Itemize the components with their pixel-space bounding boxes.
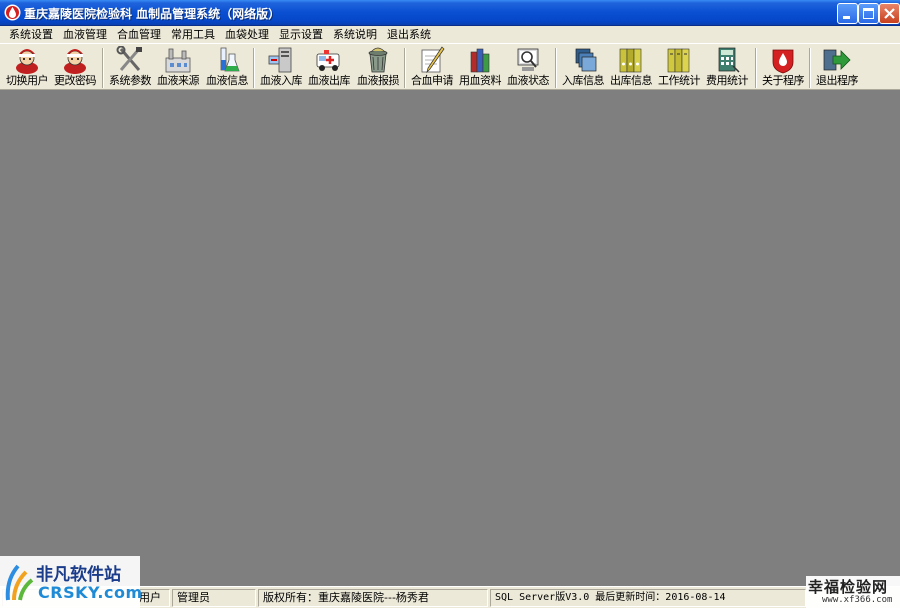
toolbar-separator [253, 48, 255, 88]
blood-status-button[interactable]: 血液状态 [504, 46, 552, 89]
work-statistics-label: 工作统计 [658, 74, 701, 87]
binders-stat-icon [667, 48, 690, 73]
title-bar[interactable]: 重庆嘉陵医院检验科 血制品管理系统（网络版） [0, 0, 900, 26]
ambulance-icon [316, 50, 340, 71]
blood-info-button[interactable]: 血液信息 [203, 46, 251, 89]
blood-out-button[interactable]: 血液出库 [305, 46, 353, 89]
pencil-paper-icon [421, 46, 445, 74]
about-label: 关于程序 [762, 74, 805, 87]
watermark-right-cn: 幸福检验网 [808, 578, 889, 596]
menu-common-tools[interactable]: 常用工具 [166, 26, 220, 43]
out-records-label: 出库信息 [610, 74, 653, 87]
menu-system-settings[interactable]: 系统设置 [4, 26, 58, 43]
crossmatch-request-label: 合血申请 [411, 74, 454, 87]
status-user-value: 管理员 [172, 589, 256, 607]
menu-crossmatch-management[interactable]: 合血管理 [112, 26, 166, 43]
cards-icon [575, 48, 597, 72]
menu-blood-management[interactable]: 血液管理 [58, 26, 112, 43]
close-icon [884, 8, 895, 19]
close-button[interactable] [879, 3, 900, 24]
status-version: SQL Server版V3.0 最后更新时间：2016-08-14 [490, 589, 806, 607]
system-parameters-button[interactable]: 系统参数 [106, 46, 154, 89]
binders-icon [619, 48, 642, 73]
blood-info-label: 血液信息 [206, 74, 249, 87]
flask-icon [220, 47, 240, 72]
maximize-button[interactable] [858, 3, 879, 24]
calculator-icon [718, 47, 740, 73]
system-parameters-label: 系统参数 [109, 74, 152, 87]
mdi-workspace [0, 90, 900, 586]
exit-program-label: 退出程序 [816, 74, 859, 87]
computer-in-icon [268, 47, 292, 73]
toolbar-separator [555, 48, 557, 88]
exit-program-button[interactable]: 退出程序 [813, 46, 861, 89]
exit-arrow-icon [823, 49, 851, 71]
user-switch-icon [16, 49, 38, 74]
watermark-right-url: www.xf366.com [822, 595, 893, 605]
toolbar-separator [404, 48, 406, 88]
change-password-button[interactable]: 更改密码 [51, 46, 99, 89]
trash-icon [368, 47, 388, 73]
change-password-label: 更改密码 [54, 74, 97, 87]
about-icon [772, 49, 794, 74]
transfusion-records-label: 用血资料 [459, 74, 502, 87]
maximize-icon [863, 8, 874, 19]
in-records-button[interactable]: 入库信息 [559, 46, 607, 89]
crsky-logo-icon [5, 564, 34, 601]
blood-status-label: 血液状态 [507, 74, 550, 87]
toolbar-separator [809, 48, 811, 88]
crossmatch-request-button[interactable]: 合血申请 [408, 46, 456, 89]
minimize-button[interactable] [837, 3, 858, 24]
menu-bar: 系统设置 血液管理 合血管理 常用工具 血袋处理 显示设置 系统说明 退出系统 [0, 26, 900, 43]
work-statistics-button[interactable]: 工作统计 [655, 46, 703, 89]
switch-user-label: 切换用户 [6, 74, 49, 87]
minimize-icon [843, 16, 850, 19]
monitor-magnifier-icon [517, 48, 539, 71]
transfusion-records-button[interactable]: 用血资料 [456, 46, 504, 89]
fee-statistics-button[interactable]: 费用统计 [703, 46, 751, 89]
toolbar: 切换用户 更改密码 系统参数 血液来源 血液信息 血液入库 血液出库 血液报损 … [0, 43, 900, 90]
status-copyright: 版权所有：重庆嘉陵医院---杨秀君 [258, 589, 488, 607]
toolbar-separator [755, 48, 757, 88]
user-password-icon [64, 49, 86, 74]
tools-icon [116, 46, 142, 71]
about-button[interactable]: 关于程序 [759, 46, 807, 89]
switch-user-button[interactable]: 切换用户 [3, 46, 51, 89]
menu-exit-system[interactable]: 退出系统 [382, 26, 436, 43]
app-logo-icon [4, 4, 21, 21]
blood-source-button[interactable]: 血液来源 [154, 46, 202, 89]
window-title: 重庆嘉陵医院检验科 血制品管理系统（网络版） [24, 7, 281, 21]
factory-icon [165, 48, 191, 73]
watermark-left-cn: 非凡软件站 [36, 565, 121, 585]
menu-system-help[interactable]: 系统说明 [328, 26, 382, 43]
blood-in-label: 血液入库 [260, 74, 303, 87]
out-records-button[interactable]: 出库信息 [607, 46, 655, 89]
in-records-label: 入库信息 [562, 74, 605, 87]
blood-scrap-label: 血液报损 [357, 74, 400, 87]
blood-in-button[interactable]: 血液入库 [257, 46, 305, 89]
menu-display-settings[interactable]: 显示设置 [274, 26, 328, 43]
fee-statistics-label: 费用统计 [706, 74, 749, 87]
blood-out-label: 血液出库 [308, 74, 351, 87]
menu-blood-bag-processing[interactable]: 血袋处理 [220, 26, 274, 43]
books-icon [470, 48, 490, 73]
toolbar-separator [102, 48, 104, 88]
watermark-left-en: CRSKY.com [38, 583, 143, 602]
blood-source-label: 血液来源 [157, 74, 200, 87]
blood-scrap-button[interactable]: 血液报损 [354, 46, 402, 89]
